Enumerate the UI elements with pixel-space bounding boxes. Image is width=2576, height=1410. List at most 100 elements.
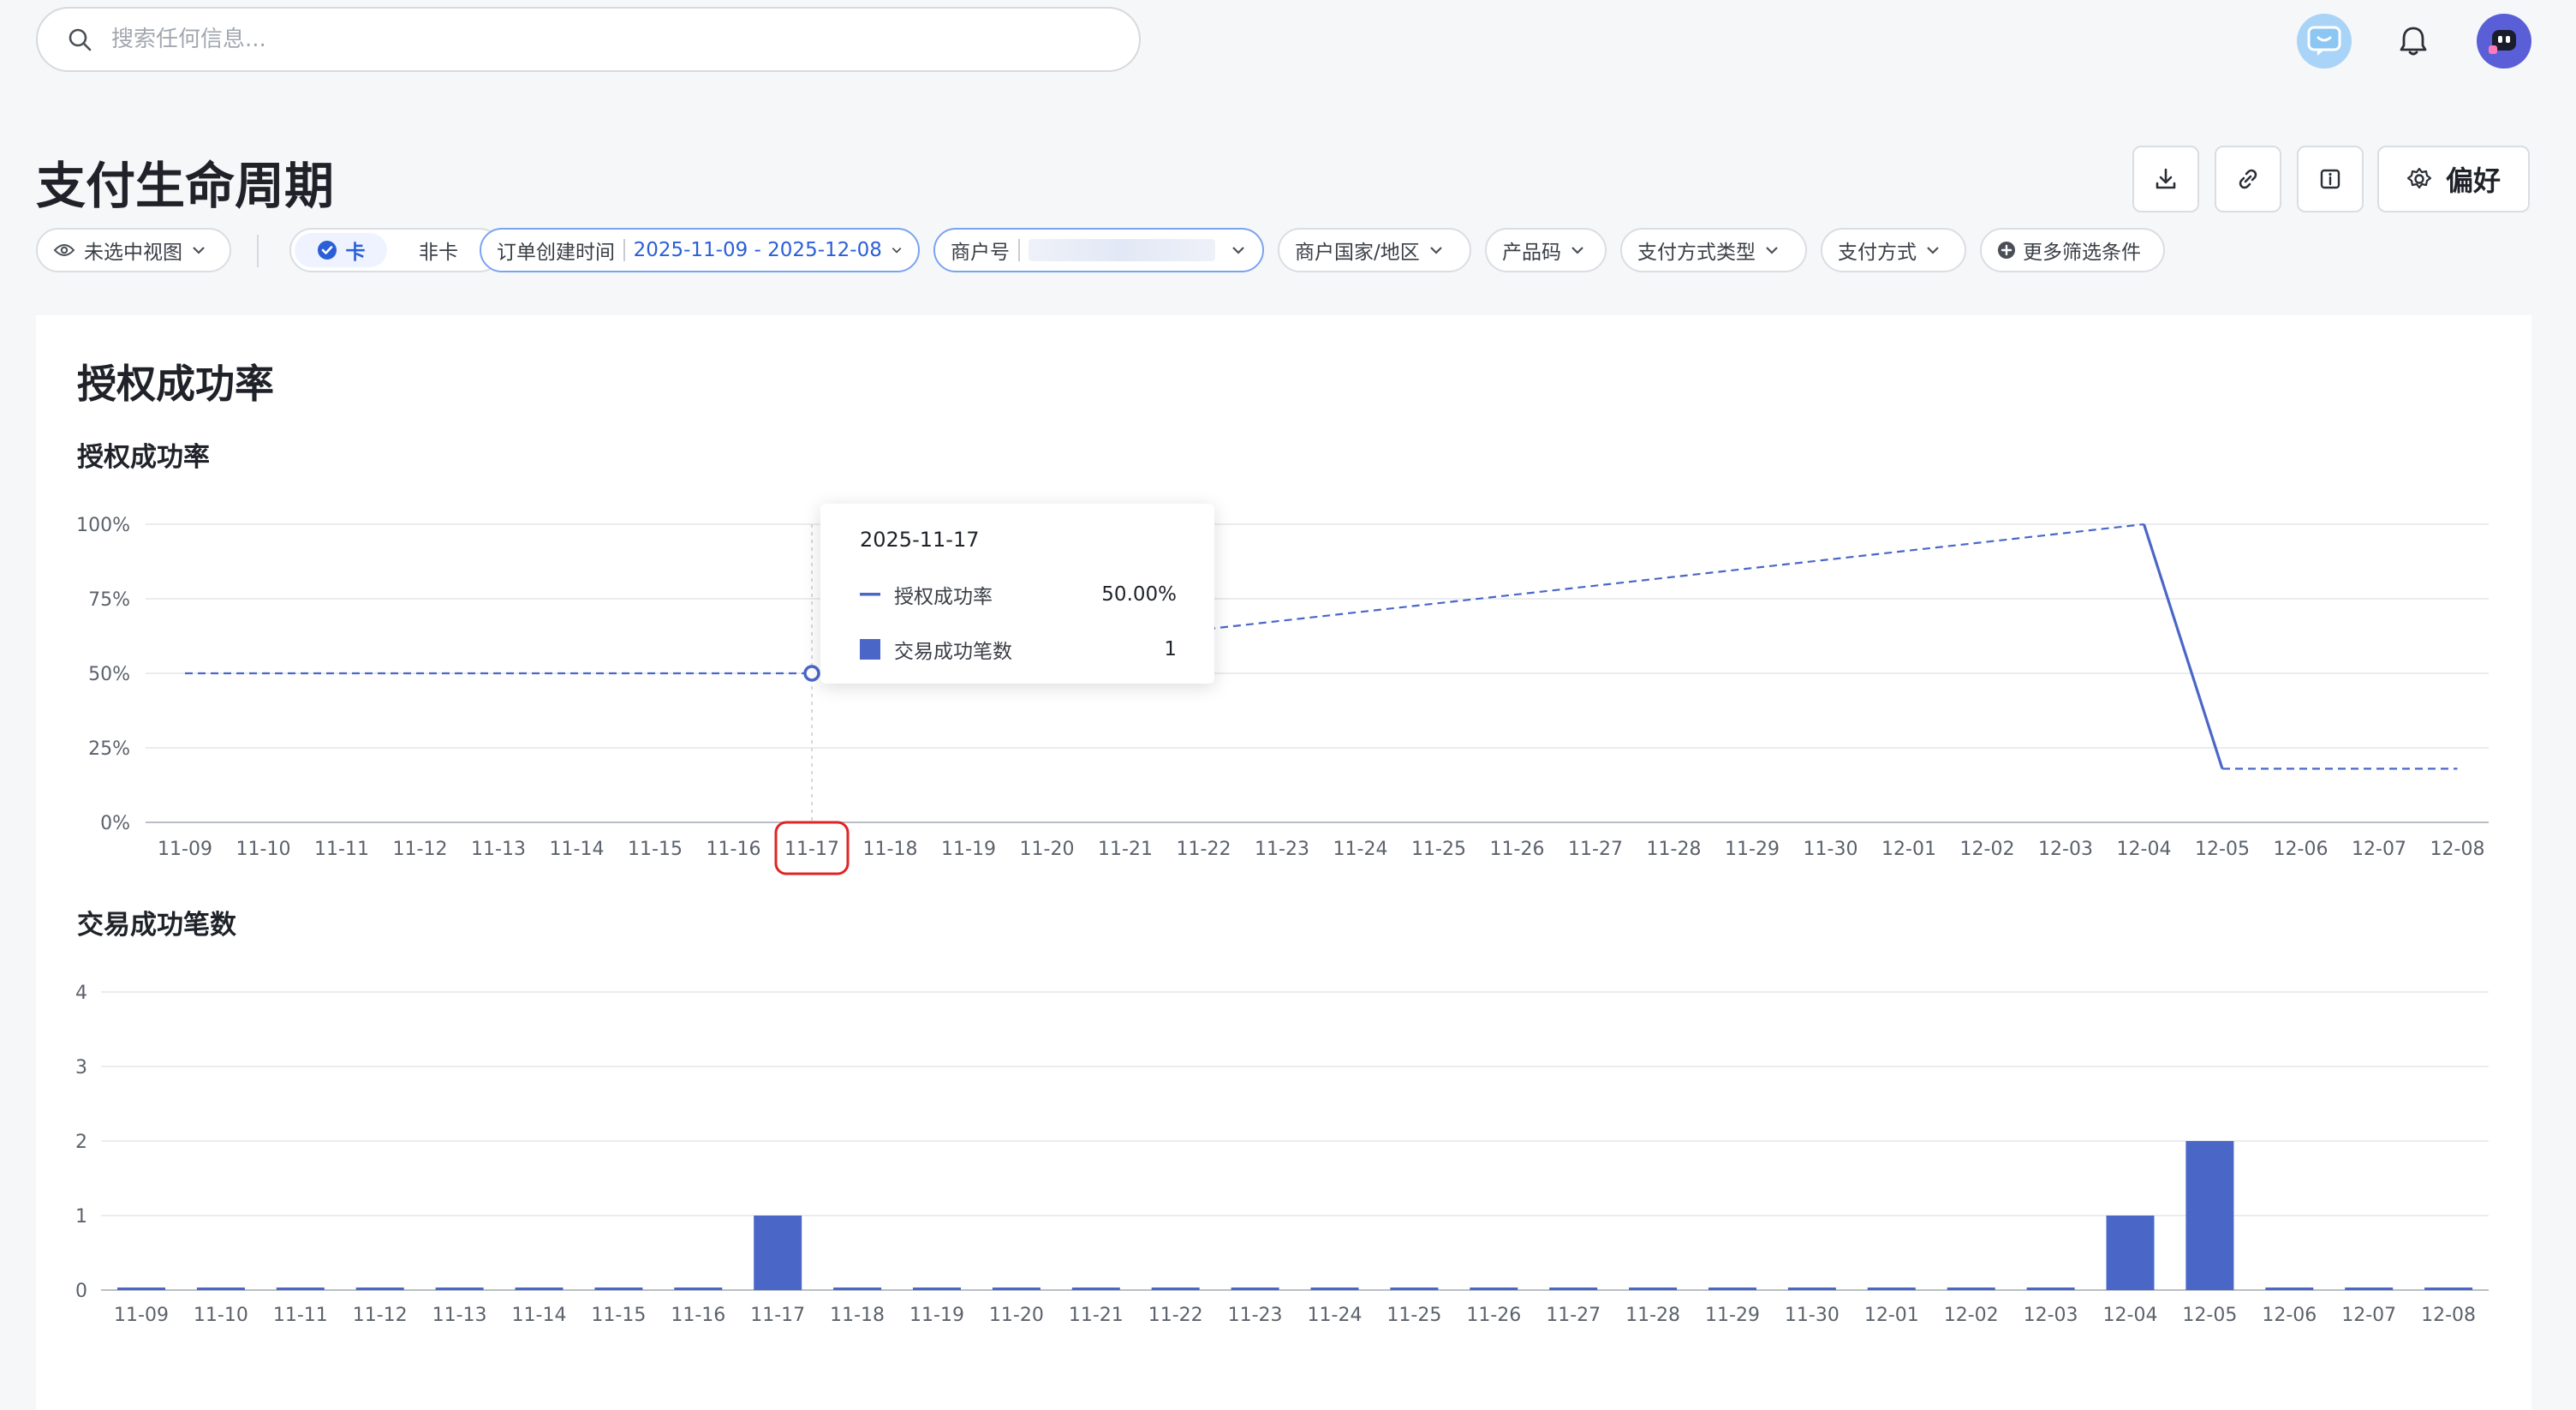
x-tick-label: 11-21 (1098, 839, 1153, 860)
x-tick-label: 11-27 (1546, 1305, 1601, 1326)
x-tick-label: 11-19 (909, 1305, 964, 1326)
x-tick-label: 11-14 (550, 839, 605, 860)
x-tick-label: 12-05 (2195, 839, 2250, 860)
x-tick-label: 11-18 (863, 839, 918, 860)
x-tick-label: 11-20 (1020, 839, 1075, 860)
x-tick-label: 12-04 (2117, 839, 2172, 860)
bar (674, 1288, 723, 1290)
x-tick-label: 12-02 (1944, 1305, 1999, 1326)
x-tick-label: 11-20 (989, 1305, 1044, 1326)
bar (1231, 1288, 1279, 1290)
x-tick-label: 11-09 (158, 839, 212, 860)
bar (1470, 1288, 1518, 1290)
bar (594, 1288, 643, 1290)
x-tick-label: 12-08 (2430, 839, 2485, 860)
bar (276, 1288, 325, 1290)
x-tick-label: 11-19 (941, 839, 996, 860)
y-tick-label: 0 (75, 1281, 87, 1302)
tooltip-count-value: 1 (1164, 638, 1177, 660)
x-tick-label: 12-01 (1881, 839, 1936, 860)
y-tick-label: 2 (75, 1132, 87, 1153)
bar (1390, 1288, 1439, 1290)
x-tick-label: 11-13 (471, 839, 526, 860)
x-tick-label: 11-21 (1069, 1305, 1124, 1326)
x-tick-label: 11-29 (1725, 839, 1780, 860)
x-tick-label: 11-27 (1568, 839, 1623, 860)
x-tick-label: 12-06 (2262, 1305, 2317, 1326)
x-tick-label: 12-08 (2421, 1305, 2476, 1326)
x-tick-label: 12-06 (2274, 839, 2329, 860)
x-tick-label: 12-07 (2352, 839, 2406, 860)
y-tick-label: 100% (76, 515, 130, 536)
x-tick-label: 11-24 (1333, 839, 1388, 860)
x-tick-label: 11-25 (1411, 839, 1466, 860)
x-tick-label: 11-22 (1177, 839, 1231, 860)
x-tick-label: 11-10 (236, 839, 291, 860)
x-tick-label: 11-29 (1705, 1305, 1760, 1326)
x-tick-label: 11-25 (1386, 1305, 1441, 1326)
bar (435, 1288, 484, 1290)
bar (2424, 1288, 2473, 1290)
y-tick-label: 75% (88, 589, 130, 611)
x-tick-label: 11-15 (591, 1305, 646, 1326)
bar (2265, 1288, 2314, 1290)
y-tick-label: 1 (75, 1206, 87, 1228)
bar-legend-icon (860, 639, 880, 660)
x-tick-label: 12-03 (2038, 839, 2093, 860)
bar (2185, 1141, 2234, 1290)
x-tick-label: 12-05 (2182, 1305, 2237, 1326)
x-tick-label: 11-16 (671, 1305, 725, 1326)
tooltip-count-name: 交易成功笔数 (894, 641, 1012, 663)
y-tick-label: 3 (75, 1057, 87, 1078)
x-tick-label: 11-17 (784, 839, 839, 860)
x-tick-label: 11-23 (1255, 839, 1309, 860)
y-tick-label: 25% (88, 738, 130, 760)
x-tick-label: 11-28 (1625, 1305, 1680, 1326)
bar (2026, 1288, 2075, 1290)
bar (1549, 1288, 1598, 1290)
bar (833, 1288, 882, 1290)
x-tick-label: 11-11 (314, 839, 369, 860)
x-tick-label: 11-13 (432, 1305, 487, 1326)
x-tick-label: 11-10 (194, 1305, 248, 1326)
x-tick-label: 11-30 (1785, 1305, 1840, 1326)
tooltip-date: 2025-11-17 (860, 528, 980, 552)
y-tick-label: 0% (100, 813, 130, 834)
y-tick-label: 4 (75, 983, 87, 1004)
bar (2345, 1288, 2394, 1290)
bar (754, 1216, 802, 1290)
tooltip-row-count: 交易成功笔数 1 (860, 636, 1177, 663)
x-tick-label: 11-12 (353, 1305, 408, 1326)
x-tick-label: 11-15 (628, 839, 683, 860)
x-tick-label: 11-12 (393, 839, 448, 860)
bar (1787, 1288, 1836, 1290)
bar (355, 1288, 404, 1290)
x-tick-label: 12-07 (2341, 1305, 2396, 1326)
line-legend-icon (860, 593, 880, 596)
series-segment (2142, 523, 2224, 769)
bar (913, 1288, 961, 1290)
y-tick-label: 50% (88, 664, 130, 685)
x-tick-label: 11-28 (1647, 839, 1702, 860)
x-tick-label: 12-03 (2024, 1305, 2078, 1326)
bar (117, 1288, 165, 1290)
x-tick-label: 11-22 (1148, 1305, 1203, 1326)
bar (1708, 1288, 1756, 1290)
x-tick-label: 11-16 (707, 839, 761, 860)
x-tick-label: 11-24 (1308, 1305, 1363, 1326)
bar (1310, 1288, 1359, 1290)
bar (1867, 1288, 1916, 1290)
x-tick-label: 11-26 (1490, 839, 1545, 860)
tooltip-rate-name: 授权成功率 (894, 586, 993, 608)
data-point (803, 665, 820, 682)
x-tick-label: 11-18 (830, 1305, 885, 1326)
x-tick-label: 11-09 (114, 1305, 169, 1326)
bar (515, 1288, 564, 1290)
tooltip-row-rate: 授权成功率 50.00% (860, 581, 1177, 608)
bar (196, 1288, 245, 1290)
bar (2106, 1216, 2155, 1290)
x-tick-label: 11-17 (750, 1305, 805, 1326)
tooltip-rate-value: 50.00% (1101, 583, 1177, 606)
bar (1071, 1288, 1120, 1290)
bar (1629, 1288, 1678, 1290)
